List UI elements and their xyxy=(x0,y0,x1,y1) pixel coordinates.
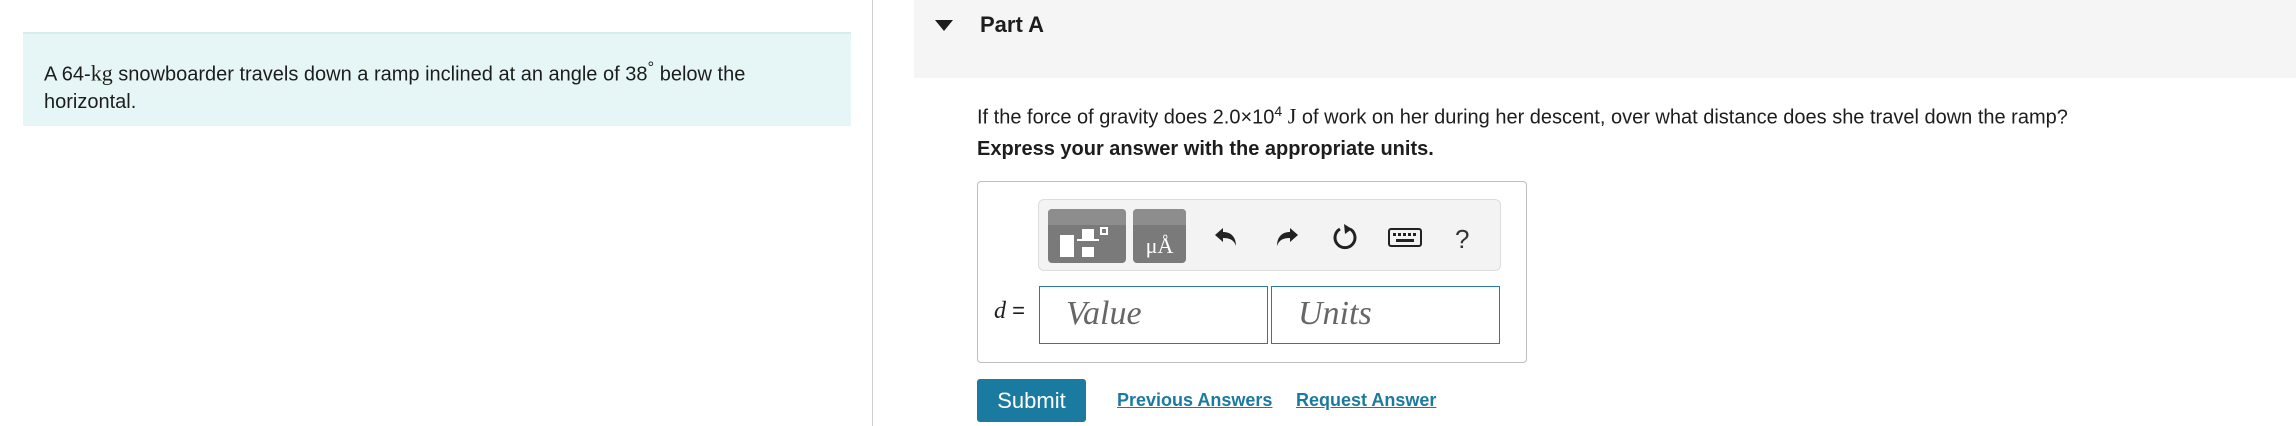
previous-answers-link[interactable]: Previous Answers xyxy=(1117,390,1272,411)
part-header[interactable] xyxy=(914,0,2296,78)
units-input[interactable]: Units xyxy=(1271,286,1500,344)
problem-statement: A 64-kg snowboarder travels down a ramp … xyxy=(23,32,851,126)
request-answer-link[interactable]: Request Answer xyxy=(1296,390,1436,411)
problem-panel: A 64-kg snowboarder travels down a ramp … xyxy=(0,0,872,426)
reset-icon[interactable] xyxy=(1330,222,1360,252)
question-text: If the force of gravity does 2.0×104 J o… xyxy=(977,97,2068,132)
question-after: of work on her during her descent, over … xyxy=(1296,106,2068,129)
equals-sign: = xyxy=(1006,298,1025,323)
question-before: If the force of gravity does 2.0×10 xyxy=(977,106,1275,129)
templates-icon[interactable] xyxy=(1048,209,1126,263)
redo-icon[interactable] xyxy=(1272,222,1302,252)
help-button[interactable]: ? xyxy=(1455,224,1469,255)
units-glyph: μÅ xyxy=(1145,233,1174,258)
answer-instruction: Express your answer with the appropriate… xyxy=(977,138,1434,160)
panel-divider xyxy=(872,0,873,426)
question-exponent: 4 xyxy=(1274,103,1283,119)
value-input[interactable]: Value xyxy=(1039,286,1268,344)
submit-button[interactable]: Submit xyxy=(977,379,1086,422)
answer-variable-label: d = xyxy=(994,298,1025,325)
part-title[interactable]: Part A xyxy=(980,12,1044,38)
mass-unit: kg xyxy=(90,60,113,86)
answer-variable: d xyxy=(994,298,1006,324)
problem-text-before: A 64- xyxy=(44,63,91,86)
caret-down-icon[interactable] xyxy=(935,20,953,31)
units-icon[interactable]: μÅ xyxy=(1133,209,1186,263)
keyboard-icon[interactable] xyxy=(1388,222,1422,252)
problem-text-middle: snowboarder travels down a ramp inclined… xyxy=(112,63,648,86)
undo-icon[interactable] xyxy=(1211,222,1241,252)
